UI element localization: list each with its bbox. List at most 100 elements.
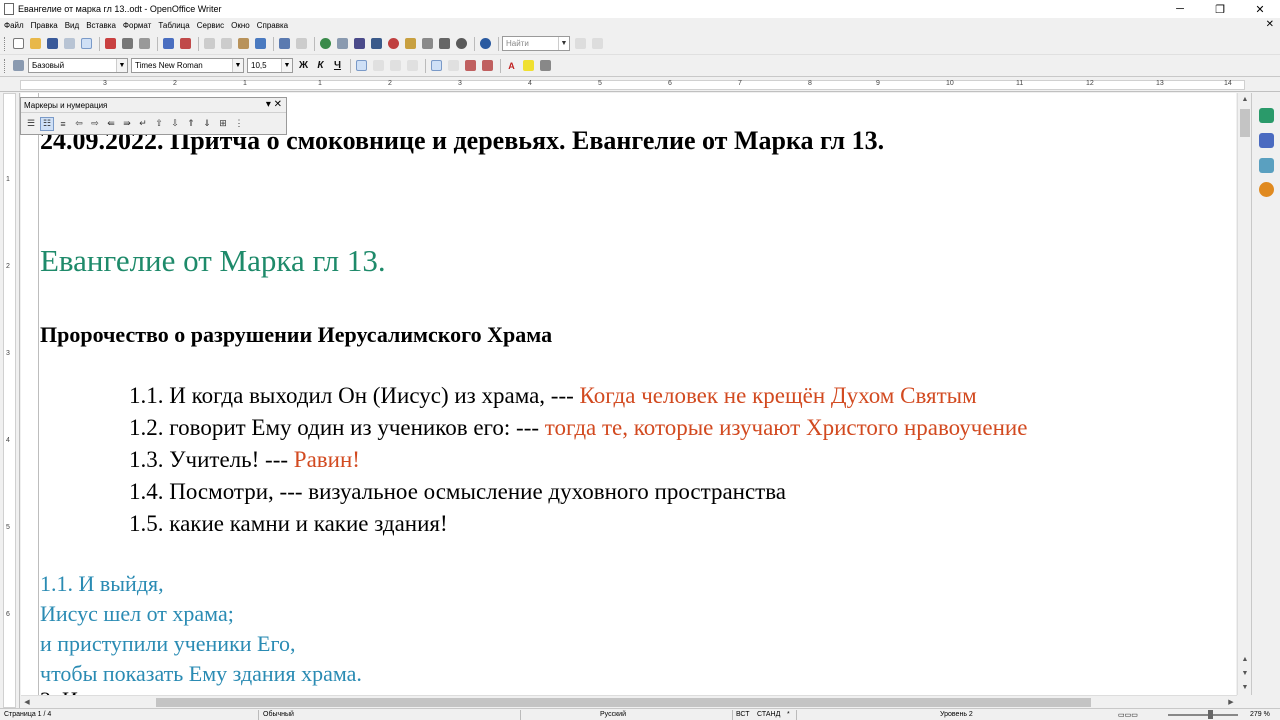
menu-window[interactable]: Окно	[231, 21, 250, 30]
menu-edit[interactable]: Правка	[31, 21, 58, 30]
font-color-icon[interactable]: A	[504, 58, 519, 73]
align-left-icon[interactable]	[354, 58, 369, 73]
align-right-icon[interactable]	[388, 58, 403, 73]
menu-format[interactable]: Формат	[123, 21, 151, 30]
hyperlink-icon[interactable]	[318, 36, 333, 51]
restart-numbering-icon[interactable]: ⊞	[216, 117, 230, 131]
bold-button[interactable]: Ж	[296, 58, 311, 73]
chevron-down-icon[interactable]: ▼	[116, 59, 127, 72]
view-layout-icon[interactable]: ▭▭▭	[1118, 711, 1138, 719]
decrease-indent-icon[interactable]	[463, 58, 478, 73]
language-indicator[interactable]: Русский	[600, 711, 626, 718]
scroll-up-page-icon[interactable]: ▲	[1238, 653, 1252, 665]
find-replace-icon[interactable]	[369, 36, 384, 51]
find-dropdown-icon[interactable]: ▼	[558, 37, 569, 50]
menu-view[interactable]: Вид	[65, 21, 79, 30]
panel-titlebar[interactable]: Маркеры и нумерация ▾ ✕	[21, 98, 286, 113]
save-icon[interactable]	[45, 36, 60, 51]
export-pdf-icon[interactable]	[103, 36, 118, 51]
bullets-icon[interactable]	[446, 58, 461, 73]
styles-sidebar-icon[interactable]	[1259, 108, 1274, 123]
find-next-icon[interactable]	[590, 36, 605, 51]
justify-icon[interactable]	[405, 58, 420, 73]
scroll-right-icon[interactable]: ▶	[1225, 696, 1237, 708]
spellcheck-icon[interactable]	[161, 36, 176, 51]
page-indicator[interactable]: Страница 1 / 4	[4, 711, 51, 718]
clone-format-icon[interactable]	[253, 36, 268, 51]
move-up-icon[interactable]: ⇧	[152, 117, 166, 131]
toolbar-grip[interactable]	[4, 36, 7, 51]
menu-table[interactable]: Таблица	[158, 21, 189, 30]
show-draw-functions-icon[interactable]	[352, 36, 367, 51]
insert-unnumbered-icon[interactable]: ↵	[136, 117, 150, 131]
chevron-down-icon[interactable]: ▼	[281, 59, 292, 72]
copy-icon[interactable]	[219, 36, 234, 51]
menu-file[interactable]: Файл	[4, 21, 24, 30]
autospellcheck-icon[interactable]	[178, 36, 193, 51]
vertical-scroll-thumb[interactable]	[1240, 109, 1250, 137]
redo-icon[interactable]	[294, 36, 309, 51]
vertical-scrollbar[interactable]: ▲ ▲ ▼ ▼	[1237, 93, 1251, 695]
scroll-down-page-icon[interactable]: ▼	[1238, 667, 1252, 679]
close-document-icon[interactable]: ✕	[1266, 19, 1274, 30]
paragraph-style-select[interactable]: Базовый ▼	[28, 58, 128, 73]
font-name-select[interactable]: Times New Roman ▼	[131, 58, 244, 73]
promote-with-subpoints-icon[interactable]: ⇚	[104, 117, 118, 131]
scroll-up-icon[interactable]: ▲	[1238, 93, 1252, 105]
horizontal-scroll-thumb[interactable]	[156, 698, 1091, 707]
zoom-slider-handle[interactable]	[1208, 710, 1213, 719]
zoom-level[interactable]: 279 %	[1250, 711, 1270, 718]
cut-icon[interactable]	[202, 36, 217, 51]
italic-button[interactable]: К	[313, 58, 328, 73]
gallery-sidebar-icon[interactable]	[1259, 133, 1274, 148]
scroll-left-icon[interactable]: ◀	[21, 696, 33, 708]
navigator-sidebar-icon[interactable]	[1259, 158, 1274, 173]
navigator-icon[interactable]	[386, 36, 401, 51]
insert-mode[interactable]: ВСТ	[736, 711, 750, 718]
open-folder-icon[interactable]	[28, 36, 43, 51]
functions-sidebar-icon[interactable]	[1259, 182, 1274, 197]
bullets-off-icon[interactable]: ☰	[24, 117, 38, 131]
increase-indent-icon[interactable]	[480, 58, 495, 73]
align-center-icon[interactable]	[371, 58, 386, 73]
move-down-icon[interactable]: ⇩	[168, 117, 182, 131]
email-icon[interactable]	[62, 36, 77, 51]
zoom-icon[interactable]	[454, 36, 469, 51]
demote-level-icon[interactable]: ⇨	[88, 117, 102, 131]
numbering-on-icon[interactable]: ☷	[40, 116, 54, 131]
panel-controls[interactable]: ▾ ✕	[266, 99, 282, 110]
close-button[interactable]: ✕	[1240, 0, 1280, 18]
minimize-button[interactable]: ─	[1160, 0, 1200, 18]
menu-help[interactable]: Справка	[257, 21, 288, 30]
move-down-subpoints-icon[interactable]: ⇓	[200, 117, 214, 131]
find-previous-icon[interactable]	[573, 36, 588, 51]
maximize-button[interactable]: ❐	[1200, 0, 1240, 18]
styles-formatting-icon[interactable]	[11, 58, 26, 73]
print-preview-icon[interactable]	[137, 36, 152, 51]
demote-with-subpoints-icon[interactable]: ⇛	[120, 117, 134, 131]
vertical-ruler[interactable]: 1 2 3 4 5 6	[0, 93, 20, 708]
document-page[interactable]: 24.09.2022. Притча о смоковнице и деревь…	[21, 93, 1236, 695]
numbering-icon[interactable]	[429, 58, 444, 73]
horizontal-ruler[interactable]: 3 2 1 1 2 3 4 5 6 7 8 9 10 11 12 13 14	[0, 78, 1280, 92]
toolbar-grip[interactable]	[4, 58, 7, 73]
menu-tools[interactable]: Сервис	[197, 21, 224, 30]
bullets-numbering-dialog-icon[interactable]: ⋮	[232, 117, 246, 131]
data-sources-icon[interactable]	[420, 36, 435, 51]
zoom-slider[interactable]	[1168, 714, 1238, 716]
menu-insert[interactable]: Вставка	[86, 21, 116, 30]
numbering-off-icon[interactable]: ≡	[56, 117, 70, 131]
page-style[interactable]: Обычный	[263, 711, 294, 718]
selection-mode[interactable]: СТАНД	[757, 711, 780, 718]
background-color-icon[interactable]	[538, 58, 553, 73]
scroll-down-icon[interactable]: ▼	[1238, 681, 1252, 693]
highlight-icon[interactable]	[521, 58, 536, 73]
edit-mode-icon[interactable]	[79, 36, 94, 51]
undo-icon[interactable]	[277, 36, 292, 51]
print-icon[interactable]	[120, 36, 135, 51]
help-icon[interactable]	[478, 36, 493, 51]
chevron-down-icon[interactable]: ▼	[232, 59, 243, 72]
promote-level-icon[interactable]: ⇦	[72, 117, 86, 131]
font-size-select[interactable]: 10,5 ▼	[247, 58, 293, 73]
table-icon[interactable]	[335, 36, 350, 51]
